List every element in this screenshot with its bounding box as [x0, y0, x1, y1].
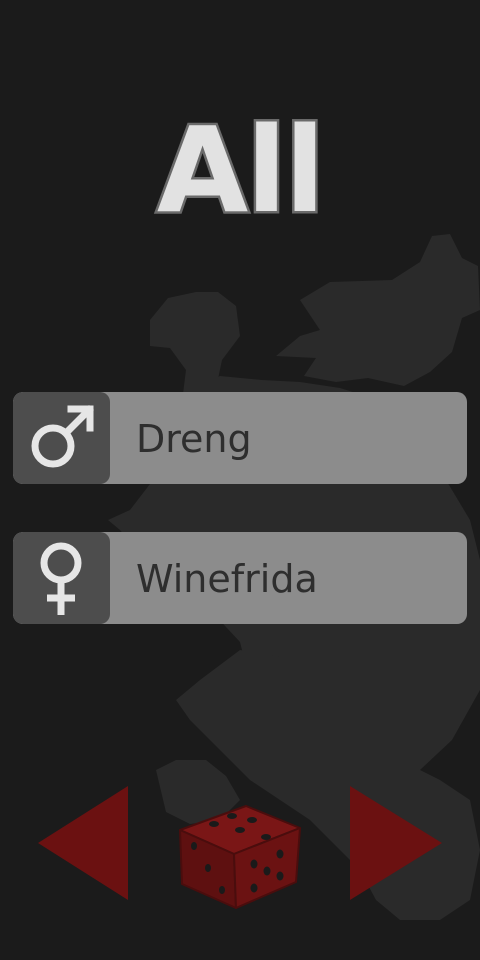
male-gender-box — [13, 392, 110, 484]
female-name-row[interactable]: Winefrida — [13, 532, 467, 624]
male-symbol-icon — [31, 405, 94, 468]
randomize-button[interactable] — [174, 776, 304, 912]
female-name: Winefrida — [136, 557, 318, 601]
triangle-right-icon — [350, 786, 442, 900]
next-button[interactable] — [350, 786, 442, 900]
male-name: Dreng — [136, 417, 252, 461]
dice-icon — [179, 805, 301, 909]
filter-title[interactable]: All — [0, 108, 480, 233]
female-gender-box — [13, 532, 110, 624]
triangle-left-icon — [38, 786, 128, 900]
previous-button[interactable] — [38, 786, 130, 900]
male-name-row[interactable]: Dreng — [13, 392, 467, 484]
female-symbol-icon — [40, 542, 82, 615]
